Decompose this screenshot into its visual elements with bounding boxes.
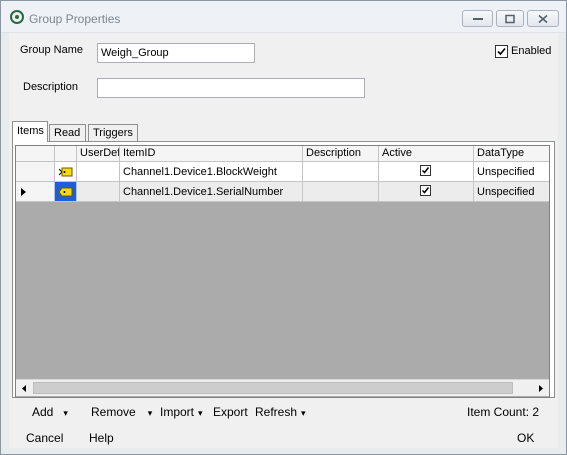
group-name-label: Group Name [20,44,83,56]
corner-header [16,146,55,162]
tab-read[interactable]: Read [49,124,86,141]
maximize-icon [505,14,515,23]
scroll-right-icon [539,385,543,392]
column-header-datatype[interactable]: DataType [474,146,549,162]
scroll-right-button[interactable] [532,380,549,397]
item-count: Item Count: 2 [467,405,540,419]
itemid-cell[interactable]: Channel1.Device1.BlockWeight [120,162,303,182]
remove-label: Remove [91,405,136,419]
kepware-app-icon [10,10,24,24]
minimize-button[interactable] [462,10,493,27]
column-header-active[interactable]: Active [379,146,474,162]
row-header[interactable] [16,162,55,182]
dialog-client: Group Name Enabled Description Items Rea… [9,33,558,448]
close-button[interactable] [527,10,559,27]
horizontal-scrollbar[interactable] [16,379,549,396]
group-properties-window: Group Properties Group Name Enabled Desc… [0,0,567,455]
minimize-icon [472,17,483,20]
cancel-button[interactable]: Cancel [26,431,63,445]
close-icon [538,14,548,23]
scroll-left-button[interactable] [16,380,33,397]
column-header-itemid[interactable]: ItemID [120,146,303,162]
ok-button[interactable]: OK [517,431,534,445]
item-icon-cell [55,162,77,182]
tab-label: Read [54,127,81,139]
active-cell[interactable] [379,162,474,182]
active-checkbox[interactable] [420,185,431,196]
title-bar[interactable]: Group Properties [1,1,566,33]
description-input[interactable] [97,78,365,98]
refresh-label: Refresh [255,405,298,419]
enabled-checkbox[interactable] [495,45,508,58]
enabled-label: Enabled [511,45,552,57]
icon-column-header [55,146,77,162]
help-button[interactable]: Help [89,431,114,445]
add-label: Add [32,405,54,419]
group-name-input[interactable] [97,43,255,63]
tab-label: Triggers [93,127,133,139]
tab-label: Items [17,125,44,137]
active-checkbox[interactable] [420,165,431,176]
tag-icon [58,167,73,177]
column-header-description[interactable]: Description [303,146,379,162]
export-label: Export [213,405,248,419]
userdef-cell[interactable] [77,182,120,202]
export-button[interactable]: Export [213,405,248,419]
tab-triggers[interactable]: Triggers [88,124,138,141]
maximize-button[interactable] [496,10,524,27]
description-cell[interactable] [303,162,379,182]
refresh-button[interactable]: Refresh ▾ [255,405,306,419]
chevron-down-icon: ▾ [63,408,68,418]
current-row-arrow-icon [21,188,26,196]
tag-icon [58,187,73,197]
chevron-down-icon: ▾ [198,408,203,418]
datatype-cell[interactable]: Unspecified [474,162,549,182]
checkmark-icon [421,167,430,174]
add-button[interactable]: Add ▾ [32,405,68,419]
items-grid[interactable]: UserDef ItemID Description Active DataTy… [15,145,550,398]
item-icon-cell [55,182,77,202]
checkmark-icon [497,47,506,56]
active-cell[interactable] [379,182,474,202]
import-button[interactable]: Import ▾ [160,405,203,419]
description-cell[interactable] [303,182,379,202]
window-title: Group Properties [29,12,121,26]
tab-items[interactable]: Items [12,121,48,142]
userdef-cell[interactable] [77,162,120,182]
checkmark-icon [421,187,430,194]
datatype-cell[interactable]: Unspecified [474,182,549,202]
itemid-cell[interactable]: Channel1.Device1.SerialNumber [120,182,303,202]
scrollbar-thumb[interactable] [33,382,513,394]
chevron-down-icon: ▾ [147,408,153,418]
column-header-userdef[interactable]: UserDef [77,146,120,162]
chevron-down-icon: ▾ [301,408,306,418]
remove-button[interactable]: Remove ▾ [91,405,152,419]
scroll-left-icon [22,385,26,392]
row-header[interactable] [16,182,55,202]
import-label: Import [160,405,195,419]
description-label: Description [23,81,79,93]
